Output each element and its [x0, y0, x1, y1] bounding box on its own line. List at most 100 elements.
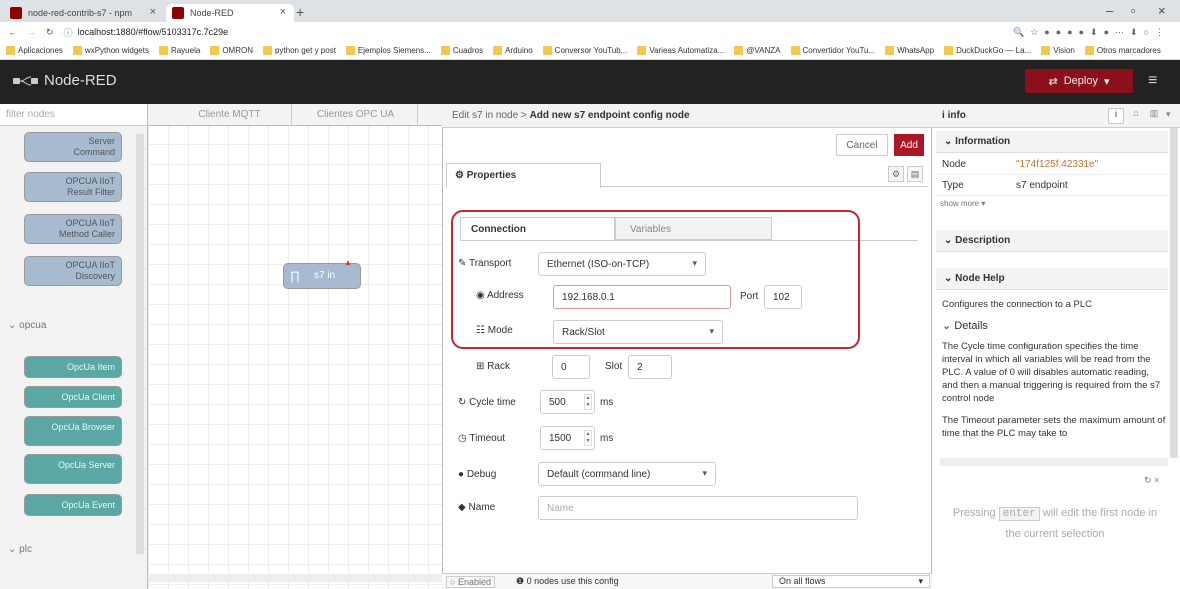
show-more-link[interactable]: show more ▾: [940, 199, 985, 208]
help-intro: Configures the connection to a PLC: [942, 299, 1092, 310]
sidebar-scrollbar[interactable]: [940, 458, 1168, 466]
bookmark-item[interactable]: Vision: [1041, 46, 1075, 55]
settings-gear-icon[interactable]: ⚙: [888, 166, 904, 182]
palette-node-server-command[interactable]: Server Command: [24, 132, 122, 162]
deploy-dropdown-icon[interactable]: ▾: [1104, 75, 1110, 88]
palette-node-opcua-event[interactable]: OpcUa Event: [24, 494, 122, 516]
address-bar: ← → ↻ ⓘ localhost:1880/#flow/5103317c.7c…: [0, 22, 1180, 42]
scope-select[interactable]: On all flows ▾: [772, 575, 930, 588]
gear-icon: ⚙: [455, 170, 467, 181]
bookmark-item[interactable]: DuckDuckGo — La...: [944, 46, 1031, 55]
cancel-button[interactable]: Cancel: [836, 134, 888, 156]
flow-workspace[interactable]: Cliente MQTT Clientes OPC UA: [148, 104, 442, 589]
s7-in-node[interactable]: ∏ s7 in ▲: [283, 258, 361, 289]
back-icon[interactable]: ←: [8, 27, 17, 37]
bookmark-item[interactable]: Rayuela: [158, 46, 200, 55]
new-tab-icon[interactable]: +: [296, 4, 304, 20]
cycle-time-input[interactable]: 500 ▲ ▼: [540, 390, 595, 414]
folder-icon: [542, 46, 552, 55]
bookmark-item[interactable]: @VANZA: [734, 46, 781, 55]
library-tab-icon[interactable]: ⌂: [1128, 108, 1144, 124]
palette-node-discovery[interactable]: OPCUA IIoT Discovery: [24, 256, 122, 286]
nodered-favicon-icon: [172, 7, 184, 19]
palette-node-method-caller[interactable]: OPCUA IIoT Method Caller: [24, 214, 122, 244]
enter-key-hint: enter: [998, 507, 1040, 521]
tab-cliente-mqtt[interactable]: Cliente MQTT: [168, 104, 292, 126]
info-icon: ⓘ: [63, 27, 73, 38]
add-button[interactable]: Add: [894, 134, 924, 156]
info-tab-icon[interactable]: i: [1108, 108, 1124, 124]
close-tab-icon[interactable]: ×: [150, 6, 156, 18]
bookmark-item[interactable]: OMRON: [210, 46, 253, 55]
filter-nodes-input[interactable]: filter nodes: [0, 104, 147, 126]
refresh-icon[interactable]: ↻ ×: [1144, 475, 1159, 486]
palette-node-opcua-item[interactable]: OpcUa Item: [24, 356, 122, 378]
folder-icon: [734, 46, 744, 55]
extension-icons[interactable]: 🔍☆●●●●⬇●⋯⬇○⋮: [1013, 27, 1170, 38]
description-icon[interactable]: ▤: [907, 166, 923, 182]
dashboard-tab-icon[interactable]: ▥: [1146, 108, 1162, 124]
folder-icon: [210, 46, 220, 55]
bookmark-item[interactable]: WhatsApp: [885, 46, 934, 55]
node-changed-icon: ▲: [344, 258, 352, 267]
node-help-section-header[interactable]: ⌄ Node Help: [936, 268, 1168, 290]
category-plc[interactable]: ⌄ plc: [8, 544, 32, 555]
maximize-icon[interactable]: ▫: [1131, 3, 1136, 18]
bookmark-item[interactable]: Aplicaciones: [6, 46, 63, 55]
nodered-logo: Node-RED: [12, 72, 117, 89]
bookmark-item[interactable]: Conversor YouTub...: [542, 46, 627, 55]
bookmark-item[interactable]: python get y post: [262, 46, 336, 55]
close-window-icon[interactable]: ×: [1158, 3, 1166, 18]
details-header[interactable]: ⌄ Details: [942, 320, 1167, 333]
tab-info[interactable]: i info: [942, 110, 966, 121]
workspace-scrollbar[interactable]: [148, 574, 442, 582]
timeout-spinner[interactable]: ▲ ▼: [584, 430, 592, 446]
palette-node-result-filter[interactable]: OPCUA IIoT Result Filter: [24, 172, 122, 202]
tag-icon: ◆: [458, 502, 469, 513]
bookmark-item[interactable]: Varieas Automatiza...: [637, 46, 724, 55]
browser-tab-nodered[interactable]: Node-RED ×: [166, 4, 294, 22]
description-section-header[interactable]: ⌄ Description: [936, 230, 1168, 252]
bookmark-item[interactable]: Otros marcadores: [1084, 46, 1161, 55]
close-tab-icon[interactable]: ×: [280, 6, 286, 18]
category-opcua[interactable]: ⌄ opcua: [8, 320, 46, 331]
bookmark-item[interactable]: wxPython widgets: [72, 46, 149, 55]
rack-label: ⊞ Rack: [476, 361, 510, 372]
slot-input[interactable]: 2: [628, 355, 672, 379]
node-type-row: Type s7 endpoint: [936, 176, 1168, 196]
palette-node-opcua-browser[interactable]: OpcUa Browser: [24, 416, 122, 446]
folder-icon: [345, 46, 355, 55]
url-field[interactable]: localhost:1880/#flow/5103317c.7c29e: [78, 27, 229, 37]
main-menu-icon[interactable]: ≡: [1148, 72, 1157, 90]
rack-input[interactable]: 0: [552, 355, 590, 379]
chevron-down-icon: ⌄: [944, 235, 956, 246]
tab-properties[interactable]: ⚙ Properties: [446, 163, 601, 188]
palette-node-opcua-client[interactable]: OpcUa Client: [24, 386, 122, 408]
help-paragraph-2: The Timeout parameter sets the maximum a…: [942, 415, 1166, 439]
palette-scrollbar[interactable]: [136, 134, 144, 554]
bookmark-item[interactable]: Arduino: [493, 46, 533, 55]
rack-icon: ⊞: [476, 361, 488, 372]
debug-select[interactable]: Default (command line): [538, 462, 716, 486]
sidebar-vscroll[interactable]: [1170, 128, 1178, 458]
cycle-time-spinner[interactable]: ▲ ▼: [584, 394, 592, 410]
bookmark-item[interactable]: Ejemplos Siemens...: [345, 46, 431, 55]
annotation-highlight: [451, 210, 860, 349]
tab-clientes-opcua[interactable]: Clientes OPC UA: [294, 104, 418, 126]
reload-icon[interactable]: ↻: [46, 27, 54, 38]
minimize-icon[interactable]: –: [1106, 3, 1113, 18]
palette-node-opcua-server[interactable]: OpcUa Server: [24, 454, 122, 484]
bookmark-item[interactable]: Convertidor YouTu...: [790, 46, 875, 55]
node-id-row: Node "174f125f.42331e": [936, 155, 1168, 175]
bookmark-item[interactable]: Cuadros: [440, 46, 483, 55]
name-input[interactable]: Name: [538, 496, 858, 520]
forward-icon[interactable]: →: [27, 27, 36, 37]
sidebar-menu-icon[interactable]: ▾: [1166, 109, 1171, 120]
enabled-toggle[interactable]: ○ Enabled: [446, 576, 495, 588]
timeout-unit: ms: [600, 433, 614, 444]
deploy-button[interactable]: ⇄ Deploy ▾: [1025, 69, 1133, 93]
timeout-input[interactable]: 1500 ▲ ▼: [540, 426, 595, 450]
folder-icon: [637, 46, 647, 55]
information-section-header[interactable]: ⌄ Information: [936, 131, 1168, 153]
browser-tab-npm[interactable]: node-red-contrib-s7 - npm ×: [4, 4, 164, 22]
